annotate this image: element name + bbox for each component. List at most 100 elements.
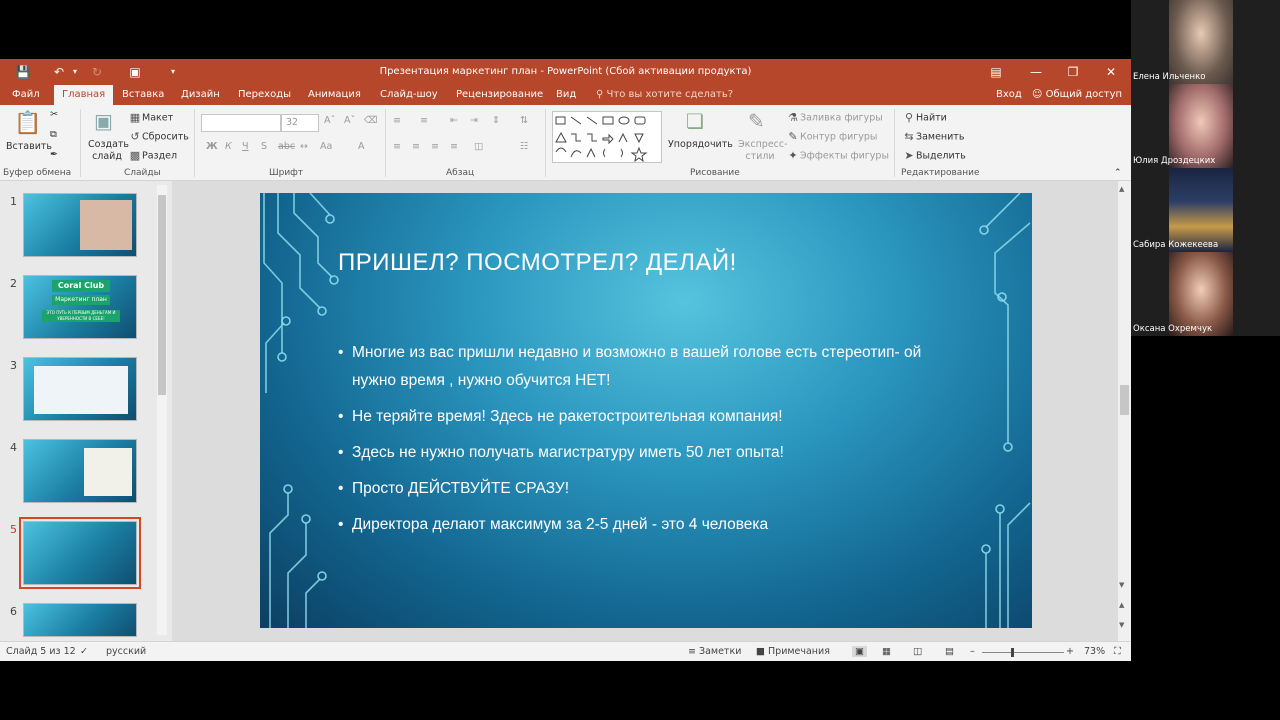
notes-button[interactable]: ≡ Заметки (688, 646, 741, 657)
align-center-icon[interactable]: ≡ (412, 141, 420, 152)
reading-view-icon[interactable]: ◫ (913, 646, 922, 657)
slide-title[interactable]: ПРИШЕЛ? ПОСМОТРЕЛ? ДЕЛАЙ! (338, 249, 737, 277)
slide-bullet[interactable]: Директора делают максимум за 2-5 дней - … (338, 511, 958, 539)
slide-sorter-icon[interactable]: ▦ (882, 646, 891, 657)
slide-thumbnail[interactable] (23, 439, 137, 503)
section-button[interactable]: ▩ Раздел (128, 149, 177, 163)
font-color-icon[interactable]: A (358, 141, 365, 152)
line-spacing-icon[interactable]: ⇕ (492, 115, 500, 126)
decrease-indent-icon[interactable]: ⇤ (450, 115, 458, 126)
shape-effects-button[interactable]: ✦ Эффекты фигуры (786, 149, 889, 163)
numbering-icon[interactable]: ≡ (420, 115, 428, 126)
shadow-button[interactable]: S (261, 141, 267, 152)
share-button[interactable]: ☺ Общий доступ (1032, 85, 1122, 105)
maximize-icon[interactable]: ❐ (1061, 63, 1085, 81)
clipboard-icon[interactable]: 📋 (14, 111, 41, 136)
tab-design[interactable]: Дизайн (173, 85, 228, 105)
language-indicator[interactable]: русский (106, 646, 146, 657)
sign-in-link[interactable]: Вход (996, 85, 1022, 105)
tab-view[interactable]: Вид (548, 85, 584, 105)
scroll-up-icon[interactable]: ▲ (1119, 185, 1124, 193)
slide-thumbnail[interactable] (23, 193, 137, 257)
text-direction-icon[interactable]: ⇅ (520, 115, 528, 126)
slide-scroll-thumb[interactable] (1120, 385, 1129, 415)
zoom-slider[interactable] (982, 648, 1064, 657)
scroll-down-icon[interactable]: ▼ (1119, 581, 1124, 589)
minimize-icon[interactable]: — (1024, 63, 1048, 81)
char-spacing-icon[interactable]: ↔ (300, 141, 308, 152)
slide[interactable]: ПРИШЕЛ? ПОСМОТРЕЛ? ДЕЛАЙ! Многие из вас … (260, 193, 1032, 628)
shapes-gallery[interactable] (552, 111, 662, 163)
tab-insert[interactable]: Вставка (114, 85, 172, 105)
align-left-icon[interactable]: ≡ (393, 141, 401, 152)
tell-me-box[interactable]: ⚲ Что вы хотите сделать? (596, 85, 733, 105)
next-slide-icon[interactable]: ▼ (1119, 621, 1124, 629)
close-icon[interactable]: ✕ (1099, 63, 1123, 81)
increase-indent-icon[interactable]: ⇥ (470, 115, 478, 126)
tab-animations[interactable]: Анимация (300, 85, 369, 105)
shape-outline-button[interactable]: ✎ Контур фигуры (786, 130, 877, 144)
zoom-slider-thumb[interactable] (1010, 648, 1014, 657)
font-size-input[interactable]: 32 (281, 114, 319, 132)
columns-icon[interactable]: ◫ (474, 141, 483, 152)
change-case-icon[interactable]: Aa (320, 141, 332, 152)
grow-font-icon[interactable]: Aˆ (324, 115, 335, 126)
slide-thumbnail[interactable]: Coral Club Маркетинг план ЭТО ПУТЬ К ПЕР… (23, 275, 137, 339)
zoom-in-icon[interactable]: + (1066, 646, 1074, 657)
thumbnails-scroll-thumb[interactable] (158, 195, 166, 395)
slide-bullet-list[interactable]: Многие из вас пришли недавно и возможно … (338, 339, 958, 547)
quick-styles-button[interactable]: Экспресс-стили (738, 139, 788, 163)
select-button[interactable]: ➤ Выделить (902, 149, 965, 163)
slide-thumbnail-selected[interactable] (19, 517, 141, 589)
slide-vertical-scrollbar[interactable]: ▲ ▼ ▲ ▼ (1118, 181, 1131, 641)
bullets-icon[interactable]: ≡ (393, 115, 401, 126)
participant-tile[interactable]: Юлия Дроздецких (1131, 84, 1280, 168)
arrange-icon[interactable]: ❏ (686, 109, 704, 133)
tab-file[interactable]: Файл (4, 85, 48, 105)
shape-fill-button[interactable]: ⚗ Заливка фигуры (786, 111, 883, 125)
paste-button[interactable]: Вставить (6, 141, 52, 152)
slide-thumbnail[interactable] (23, 357, 137, 421)
copy-icon[interactable]: ⧉ (50, 129, 57, 140)
thumbnails-scrollbar[interactable] (157, 185, 167, 635)
font-name-input[interactable] (201, 114, 281, 132)
new-slide-icon[interactable]: ▣ (94, 109, 113, 133)
justify-icon[interactable]: ≡ (450, 141, 458, 152)
tab-transitions[interactable]: Переходы (230, 85, 299, 105)
zoom-out-icon[interactable]: – (970, 646, 975, 657)
align-right-icon[interactable]: ≡ (431, 141, 439, 152)
arrange-button[interactable]: Упорядочить (668, 139, 733, 150)
slide-bullet[interactable]: Просто ДЕЙСТВУЙТЕ СРАЗУ! (338, 475, 958, 503)
zoom-level[interactable]: 73% (1084, 646, 1105, 657)
comments-button[interactable]: ■ Примечания (756, 646, 830, 657)
quick-styles-icon[interactable]: ✎ (748, 109, 765, 133)
underline-button[interactable]: Ч (242, 141, 249, 152)
normal-view-icon[interactable]: ▣ (852, 646, 867, 657)
clear-format-icon[interactable]: ⌫ (364, 115, 377, 126)
bold-button[interactable]: Ж (206, 141, 218, 152)
slideshow-view-icon[interactable]: ▤ (945, 646, 954, 657)
fit-to-window-icon[interactable]: ⛶ (1114, 646, 1121, 657)
spellcheck-icon[interactable]: ✓ (80, 646, 88, 657)
replace-button[interactable]: ⇆ Заменить (902, 130, 964, 144)
slide-bullet[interactable]: Многие из вас пришли недавно и возможно … (338, 339, 958, 395)
find-button[interactable]: ⚲ Найти (902, 111, 947, 125)
slide-thumbnail[interactable] (23, 603, 137, 637)
shrink-font-icon[interactable]: Aˇ (344, 115, 355, 126)
new-slide-button[interactable]: Создать слайд (88, 139, 129, 163)
format-painter-icon[interactable]: ✒ (50, 149, 58, 160)
slide-bullet[interactable]: Здесь не нужно получать магистратуру име… (338, 439, 958, 467)
participant-tile[interactable]: Оксана Охремчук (1131, 252, 1280, 336)
layout-button[interactable]: ▦ Макет (128, 111, 173, 125)
participant-tile[interactable]: Сабира Кожекеева (1131, 168, 1280, 252)
tab-slideshow[interactable]: Слайд-шоу (372, 85, 446, 105)
previous-slide-icon[interactable]: ▲ (1119, 601, 1124, 609)
slide-bullet[interactable]: Не теряйте время! Здесь не ракетостроите… (338, 403, 958, 431)
participant-tile[interactable]: Елена Ильченко (1131, 0, 1280, 84)
italic-button[interactable]: К (225, 141, 232, 152)
reset-button[interactable]: ↺ Сбросить (128, 130, 188, 144)
smartart-icon[interactable]: ☷ (520, 141, 529, 152)
strikethrough-icon[interactable]: abc (278, 141, 295, 152)
cut-icon[interactable]: ✂ (50, 109, 58, 120)
ribbon-display-options-icon[interactable]: ▤ (984, 63, 1008, 81)
